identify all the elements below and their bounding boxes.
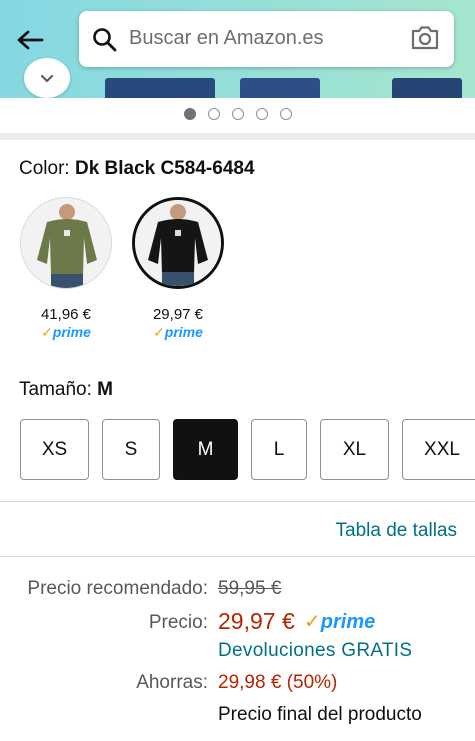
prime-word: prime <box>52 324 91 340</box>
product-image-fragment <box>392 78 462 98</box>
recommended-price-value: 59,95 € <box>218 578 282 599</box>
size-chart-link[interactable]: Tabla de tallas <box>336 520 457 542</box>
carousel-expand-button[interactable] <box>24 58 70 98</box>
product-image-fragment <box>105 78 215 98</box>
section-divider <box>0 133 475 140</box>
color-heading: Color: Dk Black C584-6484 <box>19 158 255 180</box>
size-option-m[interactable]: M <box>173 419 238 480</box>
color-swatch-olive[interactable] <box>20 197 112 289</box>
carousel-dot[interactable] <box>207 108 220 120</box>
prime-word: prime <box>320 611 376 633</box>
free-returns-link[interactable]: Devoluciones GRATIS <box>218 640 412 662</box>
size-option-s[interactable]: S <box>102 419 160 480</box>
camera-icon[interactable] <box>410 24 440 52</box>
savings-label: Ahorras: <box>136 672 208 693</box>
carousel-dot[interactable] <box>255 108 268 120</box>
carousel-dot[interactable] <box>231 108 244 120</box>
divider <box>0 556 475 557</box>
search-icon <box>93 28 117 52</box>
back-arrow-icon <box>17 30 44 50</box>
size-option-xs[interactable]: XS <box>20 419 89 480</box>
swatch-price: 41,96 € <box>40 306 92 323</box>
swatch-price: 29,97 € <box>152 306 204 323</box>
product-image-fragment <box>240 78 320 98</box>
price-value: 29,97 € <box>218 608 295 634</box>
search-input[interactable]: Buscar en Amazon.es <box>129 27 324 50</box>
size-label: Tamaño: <box>19 379 92 400</box>
prime-badge: ✓prime <box>20 324 112 341</box>
size-heading: Tamaño: M <box>19 379 113 401</box>
color-swatch-black[interactable] <box>132 197 224 289</box>
prime-check-icon: ✓ <box>304 611 321 633</box>
prime-check-icon: ✓ <box>153 324 165 340</box>
selected-color-name: Dk Black C584-6484 <box>74 158 255 179</box>
carousel-dot[interactable] <box>183 108 196 120</box>
size-option-xl[interactable]: XL <box>320 419 389 480</box>
carousel-indicator <box>0 108 475 124</box>
price-label: Precio: <box>148 612 208 633</box>
prime-badge: ✓prime <box>304 609 375 634</box>
savings-value: 29,98 € (50%) <box>218 672 338 693</box>
prime-check-icon: ✓ <box>41 324 53 340</box>
prime-word: prime <box>164 324 203 340</box>
chevron-down-icon <box>41 75 53 83</box>
size-option-l[interactable]: L <box>251 419 307 480</box>
back-button[interactable] <box>10 22 50 58</box>
header-bar: Buscar en Amazon.es <box>0 0 475 98</box>
black-sweatshirt-image <box>135 200 221 286</box>
carousel-dot[interactable] <box>279 108 292 120</box>
recommended-price-label: Precio recomendado: <box>27 578 208 599</box>
divider <box>0 501 475 502</box>
selected-size: M <box>97 379 113 400</box>
color-label: Color: <box>19 158 70 179</box>
olive-sweatshirt-image <box>21 198 111 288</box>
final-price-note: Precio final del producto <box>218 704 422 725</box>
size-option-xxl[interactable]: XXL <box>402 419 475 480</box>
search-bar[interactable]: Buscar en Amazon.es <box>79 11 454 67</box>
prime-badge: ✓prime <box>132 324 224 341</box>
